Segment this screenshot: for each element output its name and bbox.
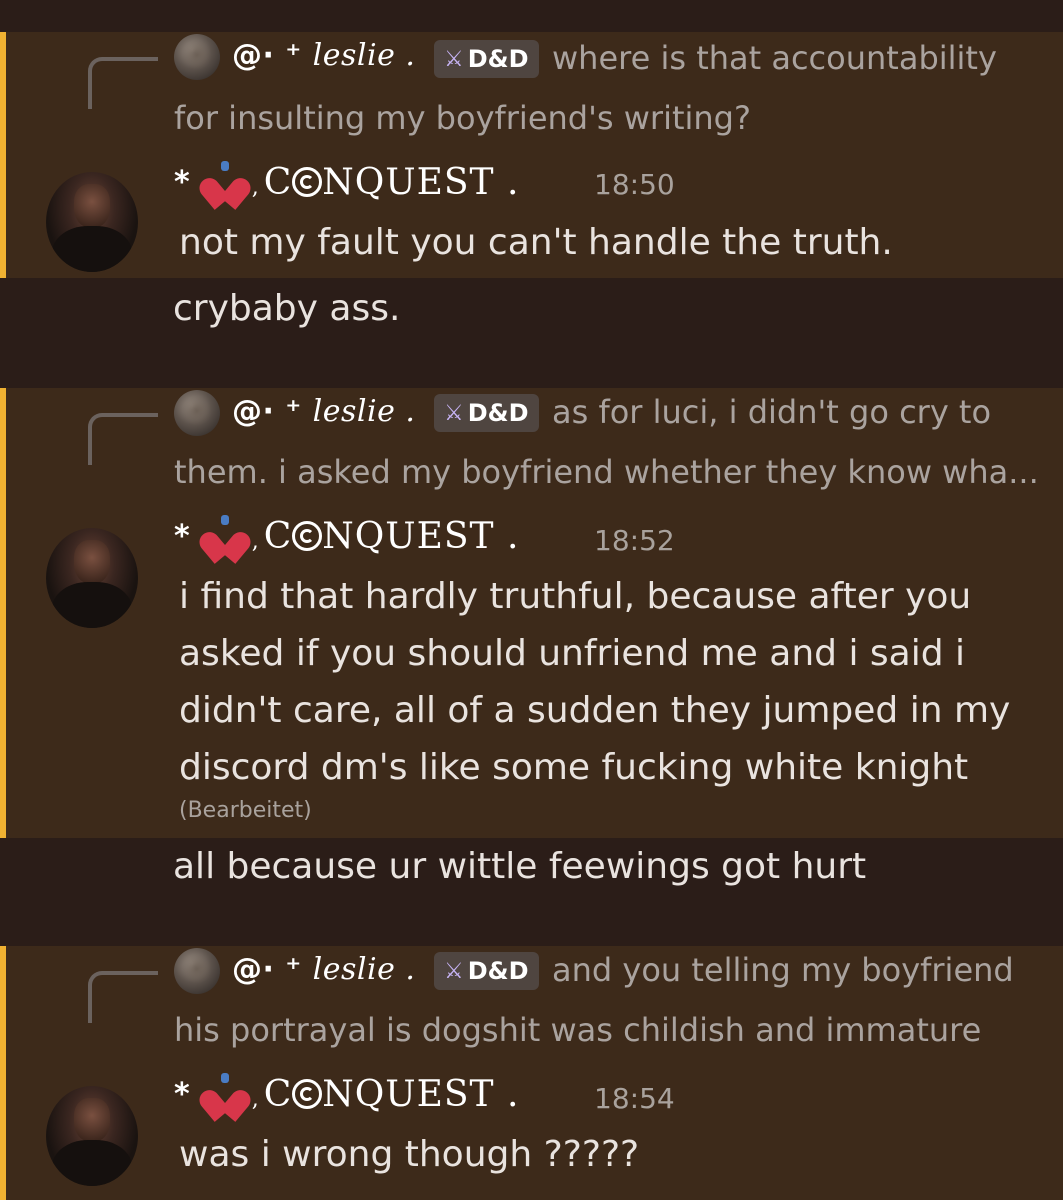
author-name[interactable]: * , C NQUEST . — [174, 514, 519, 564]
author-name[interactable]: * , C NQUEST . — [174, 160, 519, 210]
reply-avatar[interactable] — [174, 390, 220, 436]
anatomical-heart-icon — [195, 160, 255, 210]
message-text: didn't care, all of a sudden they jumped… — [179, 690, 1011, 731]
chat-view: @· ⁺ leslie . ⚔ D&D where is that accoun… — [0, 0, 1063, 1200]
sword-icon: ⚔ — [444, 958, 464, 984]
reply-preview-line2[interactable]: for insulting my boyfriend's writing? — [174, 88, 751, 148]
author-name[interactable]: * , C NQUEST . — [174, 1072, 519, 1122]
sword-icon: ⚔ — [444, 46, 464, 72]
server-tag[interactable]: ⚔ D&D — [434, 394, 539, 432]
spiral-icon — [292, 1079, 323, 1109]
reply-connector — [88, 57, 158, 109]
reply-username[interactable]: @· ⁺ leslie . — [232, 38, 415, 73]
reply-username[interactable]: @· ⁺ leslie . — [232, 952, 415, 987]
reply-preview-line2[interactable]: his portrayal is dogshit was childish an… — [174, 1000, 981, 1060]
message-group[interactable]: @· ⁺ leslie . ⚔ D&D and you telling my b… — [0, 946, 1063, 1200]
anatomical-heart-icon — [195, 1072, 255, 1122]
avatar[interactable] — [46, 172, 138, 272]
reply-connector — [88, 413, 158, 465]
followup-message[interactable]: all because ur wittle feewings got hurt — [0, 838, 1063, 944]
sword-icon: ⚔ — [444, 400, 464, 426]
reply-connector — [88, 971, 158, 1023]
timestamp[interactable]: 18:54 — [594, 1082, 675, 1115]
reply-avatar[interactable] — [174, 948, 220, 994]
message-text: discord dm's like some fucking white kni… — [179, 747, 969, 788]
edited-label: (Bearbeitet) — [179, 798, 312, 823]
avatar[interactable] — [46, 1086, 138, 1186]
timestamp[interactable]: 18:50 — [594, 168, 675, 201]
anatomical-heart-icon — [195, 514, 255, 564]
message-text: was i wrong though ????? — [179, 1134, 640, 1175]
spiral-icon — [292, 521, 323, 551]
reply-preview-line1[interactable]: where is that accountability — [552, 28, 997, 88]
server-tag[interactable]: ⚔ D&D — [434, 952, 539, 990]
message-text: asked if you should unfriend me and i sa… — [179, 633, 966, 674]
reply-preview-line1[interactable]: as for luci, i didn't go cry to — [552, 382, 991, 442]
message-group[interactable]: @· ⁺ leslie . ⚔ D&D as for luci, i didn'… — [0, 388, 1063, 838]
server-tag[interactable]: ⚔ D&D — [434, 40, 539, 78]
avatar[interactable] — [46, 528, 138, 628]
reply-preview-line1[interactable]: and you telling my boyfriend — [552, 940, 1014, 1000]
message-text: all because ur wittle feewings got hurt — [173, 846, 867, 887]
followup-message[interactable]: crybaby ass. — [0, 278, 1063, 386]
reply-preview-line2[interactable]: them. i asked my boyfriend whether they … — [174, 442, 1039, 502]
reply-username[interactable]: @· ⁺ leslie . — [232, 394, 415, 429]
timestamp[interactable]: 18:52 — [594, 524, 675, 557]
message-text: not my fault you can't handle the truth. — [179, 222, 893, 263]
reply-avatar[interactable] — [174, 34, 220, 80]
message-text: i find that hardly truthful, because aft… — [179, 576, 972, 617]
message-text: crybaby ass. — [173, 288, 401, 329]
spiral-icon — [292, 167, 323, 197]
message-group[interactable]: @· ⁺ leslie . ⚔ D&D where is that accoun… — [0, 32, 1063, 278]
